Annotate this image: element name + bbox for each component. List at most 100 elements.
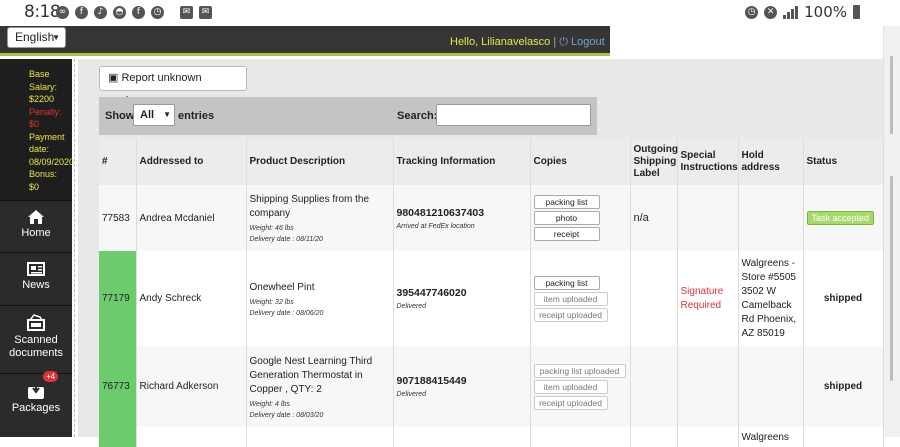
penalty-value: $0 xyxy=(29,119,40,129)
language-select[interactable]: English ▼ xyxy=(7,27,66,48)
logout-link[interactable]: ⏻ Logout xyxy=(559,36,604,48)
row-hold-address: Walgreens xyxy=(738,427,804,447)
delivery-date: Delivery date : 08/06/20 xyxy=(249,309,324,317)
product-name: Onewheel Pint xyxy=(249,281,315,293)
main-content: ▣ Report unknown package Show All ▼ entr… xyxy=(78,59,884,447)
column-header-copies[interactable]: Copies xyxy=(530,138,631,185)
sidebar-item-scanned-documents[interactable]: Scanned documents xyxy=(0,305,72,373)
column-header-outgoing-label[interactable]: Outgoing Shipping Label xyxy=(630,138,678,185)
facebook-icon: f xyxy=(132,6,145,19)
sidebar-divider xyxy=(74,59,75,437)
table-row: 76773 Richard Adkerson Google Nest Learn… xyxy=(99,346,884,427)
copy-item-uploaded-button[interactable]: item uploaded xyxy=(533,291,608,306)
column-header-hold-address[interactable]: Hold address xyxy=(738,138,804,185)
packages-badge: +4 xyxy=(43,371,59,382)
row-status: Task accepted xyxy=(803,185,884,251)
tracking-status: Delivered xyxy=(396,303,427,310)
tiktok-icon: ♪ xyxy=(94,6,107,19)
user-greeting-area: Hello, Lilianavelasco | ⏻ Logout xyxy=(450,36,605,49)
row-special-instructions xyxy=(677,427,739,447)
delivery-date: Delivery date : 08/11/20 xyxy=(249,236,323,243)
chevron-down-icon: ▼ xyxy=(52,33,60,42)
row-tracking: 395447746020 Delivered xyxy=(393,251,531,346)
column-header-status[interactable]: Status xyxy=(803,138,884,185)
greeting-text: Hello, Lilianavelasco xyxy=(450,36,551,48)
row-id: 76773 xyxy=(99,346,137,427)
bonus-label: Bonus: xyxy=(29,169,58,179)
tracking-status: Arrived at FedEx location xyxy=(396,222,475,230)
payment-date-label: Payment date: xyxy=(29,131,65,155)
sidebar-item-packages[interactable]: +4 Packages xyxy=(0,371,72,437)
battery-level: 100% xyxy=(804,3,847,21)
signal-icon xyxy=(783,5,799,19)
special-instruction-text: Signature Required xyxy=(680,285,724,311)
power-icon: ⏻ xyxy=(559,36,568,48)
copy-receipt-button[interactable]: receipt xyxy=(533,227,600,241)
product-weight: Weight: 46 lbs xyxy=(249,225,294,232)
system-icons: ◷ ✕ 100% xyxy=(745,3,860,21)
row-copies: packing list uploaded item uploaded rece… xyxy=(530,346,631,427)
row-addressed-to: Andrea Mcdaniel xyxy=(136,185,247,251)
mail-icon: ✉ xyxy=(180,6,193,19)
column-header-product-description[interactable]: Product Description xyxy=(246,138,394,185)
row-product xyxy=(246,427,394,447)
status-badge: Task accepted xyxy=(806,211,875,225)
row-id: 77583 xyxy=(99,185,137,251)
copy-packing-list-button[interactable]: packing list xyxy=(533,275,600,290)
column-header-tracking[interactable]: Tracking Information xyxy=(393,138,531,185)
alarm-icon: ◷ xyxy=(151,6,164,19)
sidebar-item-news[interactable]: News xyxy=(0,252,72,305)
sidebar-item-label: News xyxy=(22,279,50,291)
tracking-status: Delivered xyxy=(396,391,427,398)
top-header: English ▼ Hello, Lilianavelasco | ⏻ Logo… xyxy=(0,26,610,56)
column-header-id[interactable]: # xyxy=(99,138,137,185)
table-row: 77583 Andrea Mcdaniel Shipping Supplies … xyxy=(99,185,884,251)
row-copies: packing list photo receipt xyxy=(530,185,631,251)
scanned-documents-icon xyxy=(27,314,45,331)
row-status: shipped xyxy=(803,346,884,427)
home-icon xyxy=(28,210,44,224)
product-name: Google Nest Learning Third Generation Th… xyxy=(249,355,373,395)
battery-icon xyxy=(853,5,860,19)
row-copies: packing list item uploaded receipt uploa… xyxy=(530,251,631,346)
facebook-icon: f xyxy=(75,6,88,19)
row-id: 77179 xyxy=(99,251,137,346)
delivery-date: Delivery date : 08/03/20 xyxy=(249,411,324,419)
language-value: English xyxy=(15,30,55,44)
row-outgoing-label xyxy=(630,427,678,447)
sidebar-item-label: Scanned documents xyxy=(9,334,63,359)
row-status xyxy=(803,427,884,447)
copy-packing-list-uploaded-button[interactable]: packing list uploaded xyxy=(533,363,626,378)
copy-item-uploaded-button[interactable]: item uploaded xyxy=(533,379,608,394)
sidebar-item-home[interactable]: Home xyxy=(0,200,72,252)
column-header-addressed-to[interactable]: Addressed to xyxy=(136,138,247,185)
copy-receipt-uploaded-button[interactable]: receipt uploaded xyxy=(533,307,608,322)
copy-photo-button[interactable]: photo xyxy=(533,211,600,225)
row-outgoing-label xyxy=(630,251,678,346)
entries-select[interactable]: All ▼ xyxy=(133,104,175,126)
table-row: 77179 Andy Schreck Onewheel Pint Weight:… xyxy=(99,251,884,346)
report-unknown-package-button[interactable]: ▣ Report unknown package xyxy=(99,66,247,107)
tracking-number: 907188415449 xyxy=(396,375,467,387)
row-id xyxy=(99,427,137,447)
alarm-icon: ◷ xyxy=(745,5,759,19)
copy-packing-list-button[interactable]: packing list xyxy=(533,195,600,209)
sidebar-item-label: Packages xyxy=(11,402,61,414)
packages-table: # Addressed to Product Description Track… xyxy=(99,138,884,447)
column-header-special-instructions[interactable]: Special Instructions xyxy=(677,138,739,185)
row-hold-address: Walgreens - Store #5505 3502 W Camelback… xyxy=(738,251,804,346)
scrollbar-thumb[interactable] xyxy=(890,176,893,381)
box-icon: ▣ xyxy=(108,72,119,84)
device-status-bar: 8:18 ∞ f ♪ ◓ f ◷ ✉ ✉ ◷ ✕ 100% xyxy=(0,0,900,26)
product-weight: Weight: 4 lbs xyxy=(249,400,290,408)
copy-receipt-uploaded-button[interactable]: receipt uploaded xyxy=(533,395,608,410)
logout-label: Logout xyxy=(571,36,605,48)
row-copies xyxy=(530,427,631,447)
search-input[interactable] xyxy=(436,104,591,126)
row-hold-address xyxy=(738,185,804,251)
scrollbar-thumb[interactable] xyxy=(890,56,893,134)
page-scrollbar[interactable] xyxy=(883,26,900,437)
mute-icon: ✕ xyxy=(764,5,778,19)
salary-info: Base Salary: $2200 Penalty: $0 Payment d… xyxy=(0,59,74,200)
row-product: Shipping Supplies from the company Weigh… xyxy=(246,185,394,251)
